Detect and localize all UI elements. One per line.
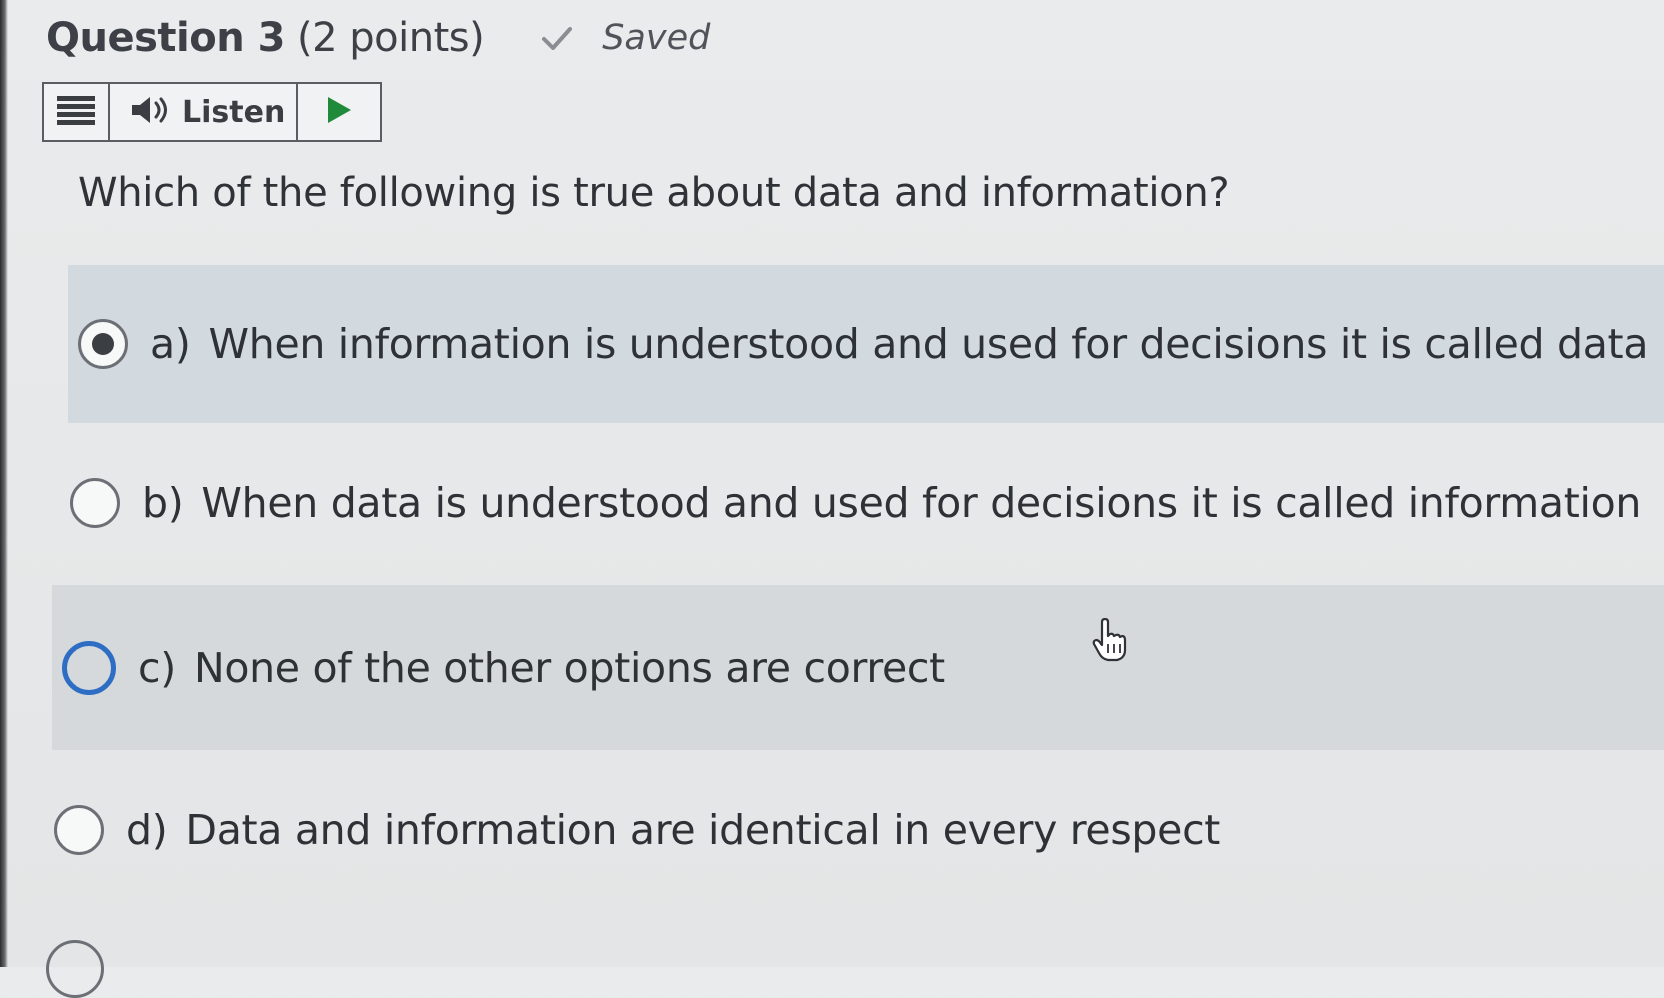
listen-label: Listen [182, 94, 286, 130]
radio-button-e-partial[interactable] [46, 940, 104, 998]
option-text: None of the other options are correct [193, 643, 945, 692]
listen-button[interactable]: Listen [110, 84, 298, 140]
question-points: (2 points) [296, 15, 485, 61]
play-icon [325, 95, 353, 129]
option-letter: b) [142, 479, 184, 527]
option-letter: c) [138, 643, 176, 692]
option-text: When information is understood and used … [208, 320, 1649, 368]
question-prompt: Which of the following is true about dat… [78, 170, 1230, 216]
radio-button-b[interactable] [70, 478, 120, 528]
option-letter: d) [126, 806, 168, 854]
radio-button-d[interactable] [54, 805, 104, 855]
option-d-label[interactable]: d) Data and information are identical in … [126, 806, 1220, 854]
toolbar-menu-button[interactable] [44, 84, 110, 140]
radio-button-c[interactable] [62, 640, 116, 695]
option-text: Data and information are identical in ev… [185, 806, 1221, 854]
option-b-label[interactable]: b) When data is understood and used for d… [142, 479, 1641, 527]
question-header: Question 3 (2 points) Saved [46, 12, 710, 64]
option-a-label[interactable]: a) When information is understood and use… [150, 320, 1648, 368]
radio-button-a[interactable] [78, 319, 128, 369]
hamburger-menu-icon [57, 95, 95, 129]
question-title: Question 3 [46, 15, 285, 61]
speaker-icon [130, 94, 172, 130]
screen-edge [0, 0, 8, 967]
play-button[interactable] [298, 84, 380, 140]
option-letter: a) [150, 320, 191, 368]
option-text: When data is understood and used for dec… [201, 479, 1642, 527]
saved-status: Saved [602, 18, 711, 58]
option-b[interactable]: b) When data is understood and used for d… [60, 428, 1664, 578]
option-c-label[interactable]: c) None of the other options are correct [138, 644, 945, 692]
hand-pointer-icon [1090, 617, 1130, 662]
option-c[interactable]: c) None of the other options are correct [52, 585, 1664, 750]
radio-selected-dot [92, 333, 114, 355]
option-d[interactable]: d) Data and information are identical in … [44, 755, 1664, 905]
checkmark-icon [540, 21, 574, 55]
option-a[interactable]: a) When information is understood and use… [68, 265, 1664, 423]
read-aloud-toolbar: Listen [42, 82, 382, 142]
